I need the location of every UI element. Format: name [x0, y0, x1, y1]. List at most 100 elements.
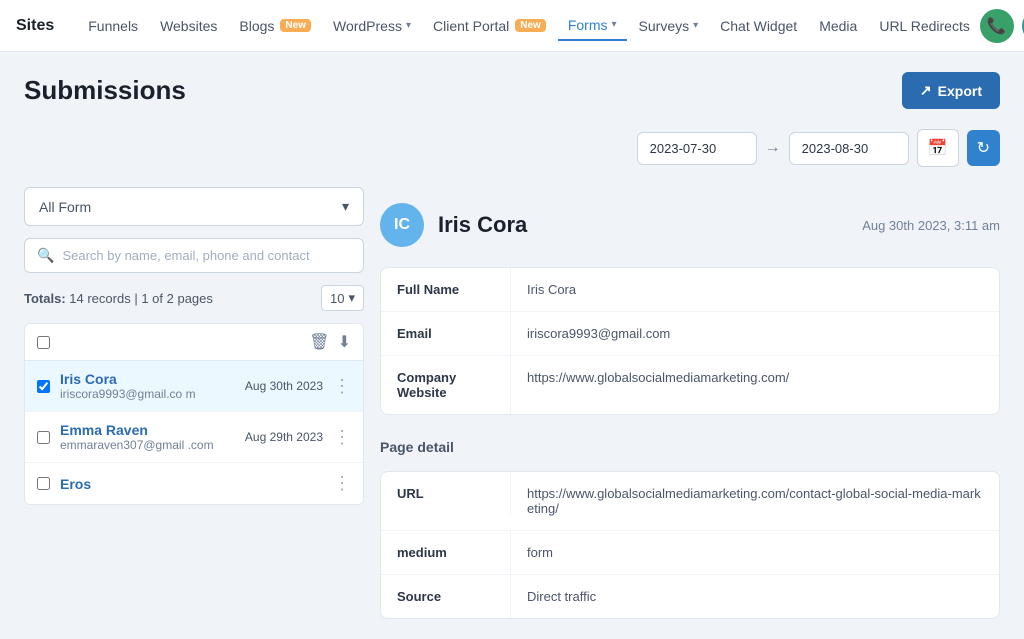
field-label: Email [381, 312, 511, 355]
nav-label: Chat Widget [720, 18, 797, 34]
nav-item-websites[interactable]: Websites [150, 12, 227, 40]
nav-item-chat-widget[interactable]: Chat Widget [710, 12, 807, 40]
per-page-value: 10 [330, 291, 344, 306]
left-panel: All Form ▾ 🔍 Totals: 14 records | 1 of 2… [24, 187, 364, 619]
contact-fields-card: Full Name Iris Cora Email iriscora9993@g… [380, 267, 1000, 415]
list-item-info: Iris Cora iriscora9993@gmail.co m [60, 371, 235, 401]
page-header: Submissions ↗ Export [24, 72, 1000, 109]
main-nav: FunnelsWebsitesBlogsNewWordPress▾Client … [78, 11, 980, 41]
nav-label: URL Redirects [879, 18, 970, 34]
list-item-more-button[interactable]: ⋮ [333, 427, 351, 448]
list-item-info: Eros [60, 476, 323, 492]
records-count: 14 records [69, 291, 130, 306]
search-box: 🔍 [24, 238, 364, 273]
nav-label: Surveys [639, 18, 690, 34]
page-detail-card: URL https://www.globalsocialmediamarketi… [380, 471, 1000, 619]
page-content: Submissions ↗ Export 2023-07-30 → 2023-0… [0, 52, 1024, 639]
contact-field-row: Company Website https://www.globalsocial… [381, 356, 999, 414]
submissions-list: 🗑 ⬇ Iris Cora iriscora9993@gmail.co m Au… [24, 323, 364, 505]
list-item-email: emmaraven307@gmail .com [60, 438, 235, 452]
list-item[interactable]: Emma Raven emmaraven307@gmail .com Aug 2… [25, 412, 363, 463]
export-icon: ↗ [920, 82, 932, 99]
phone-icon[interactable]: 📞 [980, 9, 1014, 43]
nav-label: Websites [160, 18, 217, 34]
list-item-name: Eros [60, 476, 323, 492]
totals-text: Totals: 14 records | 1 of 2 pages [24, 291, 213, 306]
chevron-down-icon: ▾ [342, 198, 349, 215]
per-page-select[interactable]: 10 ▾ [321, 285, 364, 311]
search-input[interactable] [62, 248, 351, 263]
export-label: Export [938, 83, 982, 99]
nav-label: Client Portal [433, 18, 509, 34]
list-item-checkbox[interactable] [37, 380, 50, 393]
field-value: form [511, 531, 999, 574]
page-field-row: Source Direct traffic [381, 575, 999, 618]
list-item-more-button[interactable]: ⋮ [333, 473, 351, 494]
totals-row: Totals: 14 records | 1 of 2 pages 10 ▾ [24, 285, 364, 311]
nav-label: Blogs [239, 18, 274, 34]
list-items-container: Iris Cora iriscora9993@gmail.co m Aug 30… [25, 361, 363, 504]
list-header: 🗑 ⬇ [25, 324, 363, 361]
main-layout: All Form ▾ 🔍 Totals: 14 records | 1 of 2… [24, 187, 1000, 619]
download-icon[interactable]: ⬇ [338, 332, 351, 352]
page-field-row: medium form [381, 531, 999, 575]
page-detail-title: Page detail [380, 427, 1000, 459]
right-panel: IC Iris Cora Aug 30th 2023, 3:11 am Full… [380, 187, 1000, 619]
delete-icon[interactable]: 🗑 [309, 332, 329, 352]
field-value: https://www.globalsocialmediamarketing.c… [511, 472, 999, 530]
field-label: Full Name [381, 268, 511, 311]
list-item[interactable]: Eros ⋮ [25, 463, 363, 504]
list-item[interactable]: Iris Cora iriscora9993@gmail.co m Aug 30… [25, 361, 363, 412]
chevron-down-icon: ▾ [693, 20, 698, 31]
list-item-name: Emma Raven [60, 422, 235, 438]
nav-item-forms[interactable]: Forms ▾ [558, 11, 627, 41]
nav-item-surveys[interactable]: Surveys▾ [629, 12, 709, 40]
brand-logo: Sites [16, 17, 54, 35]
refresh-button[interactable]: ↻ [967, 130, 1000, 166]
nav-item-funnels[interactable]: Funnels [78, 12, 148, 40]
date-from[interactable]: 2023-07-30 [637, 132, 757, 165]
page-title: Submissions [24, 75, 186, 106]
form-select-dropdown[interactable]: All Form ▾ [24, 187, 364, 226]
field-value: Direct traffic [511, 575, 999, 618]
contact-field-row: Email iriscora9993@gmail.com [381, 312, 999, 356]
nav-item-wordpress[interactable]: WordPress▾ [323, 12, 421, 40]
contact-name: Iris Cora [438, 212, 848, 238]
list-item-checkbox[interactable] [37, 431, 50, 444]
list-item-checkbox[interactable] [37, 477, 50, 490]
new-badge: New [515, 19, 546, 32]
list-item-date: Aug 30th 2023 [245, 379, 323, 393]
chevron-down-icon: ▾ [612, 19, 617, 30]
list-item-date: Aug 29th 2023 [245, 430, 323, 444]
date-to[interactable]: 2023-08-30 [789, 132, 909, 165]
contact-header: IC Iris Cora Aug 30th 2023, 3:11 am [380, 187, 1000, 255]
nav-item-url-redirects[interactable]: URL Redirects [869, 12, 980, 40]
totals-label: Totals: [24, 291, 66, 306]
pages-count: 1 of 2 pages [141, 291, 213, 306]
field-label: URL [381, 472, 511, 515]
nav-item-media[interactable]: Media [809, 12, 867, 40]
field-label: Source [381, 575, 511, 618]
select-all-checkbox[interactable] [37, 336, 50, 349]
date-range-row: 2023-07-30 → 2023-08-30 📅 ↻ [24, 129, 1000, 167]
nav-label: WordPress [333, 18, 402, 34]
search-icon: 🔍 [37, 247, 54, 264]
export-button[interactable]: ↗ Export [902, 72, 1000, 109]
contact-avatar: IC [380, 203, 424, 247]
date-arrow-icon: → [765, 139, 781, 157]
form-select-label: All Form [39, 199, 91, 215]
calendar-button[interactable]: 📅 [917, 129, 959, 167]
field-value: iriscora9993@gmail.com [511, 312, 999, 355]
nav-item-blogs[interactable]: Blogs New [229, 12, 321, 40]
contact-field-row: Full Name Iris Cora [381, 268, 999, 312]
new-badge: New [280, 19, 311, 32]
list-item-more-button[interactable]: ⋮ [333, 376, 351, 397]
nav-item-client-portal[interactable]: Client Portal New [423, 12, 556, 40]
field-label: medium [381, 531, 511, 574]
nav-label: Media [819, 18, 857, 34]
page-field-row: URL https://www.globalsocialmediamarketi… [381, 472, 999, 531]
field-label: Company Website [381, 356, 511, 414]
nav-label: Funnels [88, 18, 138, 34]
nav-label: Forms [568, 17, 608, 33]
list-item-info: Emma Raven emmaraven307@gmail .com [60, 422, 235, 452]
